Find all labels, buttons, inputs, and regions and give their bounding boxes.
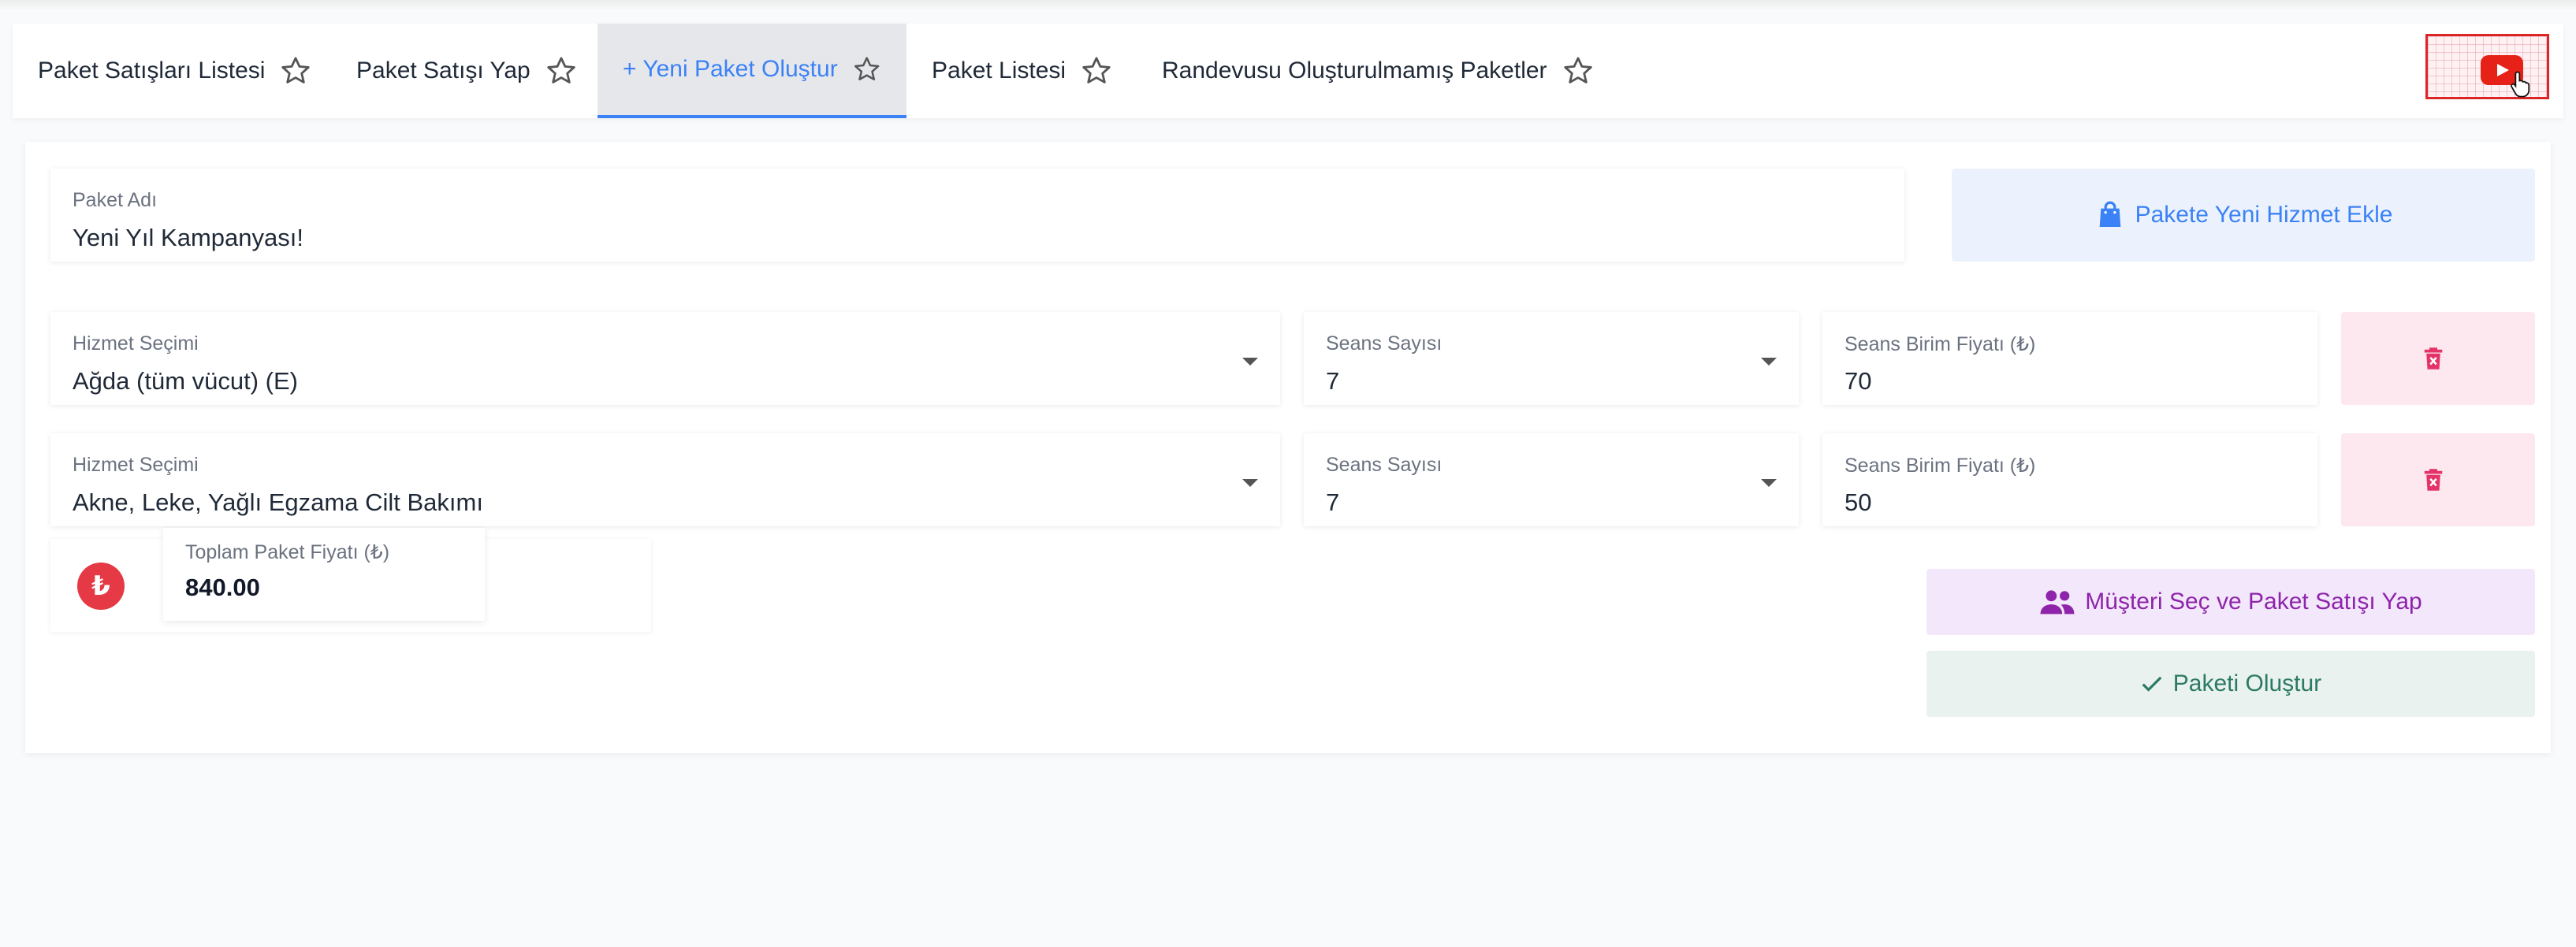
tab-label: Paket Satışı Yap (356, 58, 530, 84)
delete-service-button[interactable] (2341, 433, 2535, 526)
unit-price-input[interactable]: 70 (1845, 367, 1871, 396)
service-select-label: Hizmet Seçimi (73, 332, 199, 355)
service-select-value: Akne, Leke, Yağlı Egzama Cilt Bakımı (73, 488, 483, 516)
package-name-field[interactable]: Paket Adı Yeni Yıl Kampanyası! (50, 169, 1904, 262)
sessions-value: 7 (1326, 488, 1340, 516)
unit-price-field[interactable]: Seans Birim Fiyatı (₺) 50 (1822, 433, 2317, 526)
unit-price-label: Seans Birim Fiyatı (₺) (1845, 333, 2036, 355)
sessions-value: 7 (1326, 367, 1340, 395)
service-select[interactable]: Hizmet Seçimi Akne, Leke, Yağlı Egzama C… (50, 433, 1280, 526)
people-icon (2040, 590, 2075, 615)
add-service-label: Pakete Yeni Hizmet Ekle (2135, 202, 2393, 228)
tab-bar: Paket Satışları Listesi Paket Satışı Yap… (13, 24, 2563, 118)
sessions-select[interactable]: Seans Sayısı 7 (1304, 312, 1799, 405)
unit-price-input[interactable]: 50 (1845, 488, 1871, 517)
chevron-down-icon (1761, 479, 1777, 487)
unit-price-field[interactable]: Seans Birim Fiyatı (₺) 70 (1822, 312, 2317, 405)
select-customer-sell-button[interactable]: Müşteri Seç ve Paket Satışı Yap (1926, 569, 2535, 635)
tab-label: Paket Satışları Listesi (38, 58, 266, 84)
sessions-label: Seans Sayısı (1326, 332, 1442, 355)
trash-icon (2424, 347, 2443, 370)
tab-package-list[interactable]: Paket Listesi (906, 24, 1138, 118)
youtube-help-button[interactable] (2425, 34, 2549, 99)
trash-icon (2424, 469, 2443, 491)
package-form-card: Paket Adı Yeni Yıl Kampanyası! Pakete Ye… (25, 142, 2551, 753)
chevron-down-icon (1242, 358, 1258, 366)
tab-package-sales-list[interactable]: Paket Satışları Listesi (13, 24, 337, 118)
unit-price-label: Seans Birim Fiyatı (₺) (1845, 455, 2036, 477)
delete-service-button[interactable] (2341, 312, 2535, 405)
top-shadow (0, 0, 2576, 11)
star-outline-icon[interactable] (1562, 54, 1595, 87)
check-icon (2142, 676, 2162, 692)
tab-unscheduled-packages[interactable]: Randevusu Oluşturulmamış Paketler (1137, 24, 1620, 118)
package-name-label: Paket Adı (73, 189, 158, 211)
sessions-select[interactable]: Seans Sayısı 7 (1304, 433, 1799, 526)
create-package-label: Paketi Oluştur (2172, 670, 2322, 696)
star-outline-icon[interactable] (279, 54, 312, 87)
tab-make-package-sale[interactable]: Paket Satışı Yap (331, 24, 603, 118)
select-customer-sell-label: Müşteri Seç ve Paket Satışı Yap (2085, 589, 2422, 615)
star-outline-icon[interactable] (852, 53, 881, 86)
star-outline-icon[interactable] (1080, 54, 1113, 87)
total-price-value: 840.00 (185, 574, 260, 601)
service-select-label: Hizmet Seçimi (73, 454, 199, 476)
add-service-button[interactable]: Pakete Yeni Hizmet Ekle (1952, 169, 2535, 262)
service-select-value: Ağda (tüm vücut) (E) (73, 367, 298, 395)
total-price-panel: ₺ Toplam Paket Fiyatı (₺) 840.00 (50, 528, 651, 632)
star-outline-icon[interactable] (545, 54, 578, 87)
package-name-input[interactable]: Yeni Yıl Kampanyası! (73, 224, 303, 252)
tab-label: + Yeni Paket Oluştur (623, 56, 838, 82)
service-select[interactable]: Hizmet Seçimi Ağda (tüm vücut) (E) (50, 312, 1280, 405)
tab-label: Randevusu Oluşturulmamış Paketler (1162, 58, 1547, 84)
chevron-down-icon (1242, 479, 1258, 487)
tab-new-package[interactable]: + Yeni Paket Oluştur (597, 24, 906, 118)
lira-icon: ₺ (77, 563, 125, 610)
shopping-bag-icon (2099, 201, 2120, 227)
tab-label: Paket Listesi (932, 58, 1067, 84)
total-price-label: Toplam Paket Fiyatı (₺) (185, 541, 390, 563)
create-package-button[interactable]: Paketi Oluştur (1926, 651, 2535, 717)
sessions-label: Seans Sayısı (1326, 454, 1442, 476)
hand-pointer-icon (2511, 71, 2530, 98)
total-price-box: Toplam Paket Fiyatı (₺) 840.00 (163, 528, 485, 621)
chevron-down-icon (1761, 358, 1777, 366)
